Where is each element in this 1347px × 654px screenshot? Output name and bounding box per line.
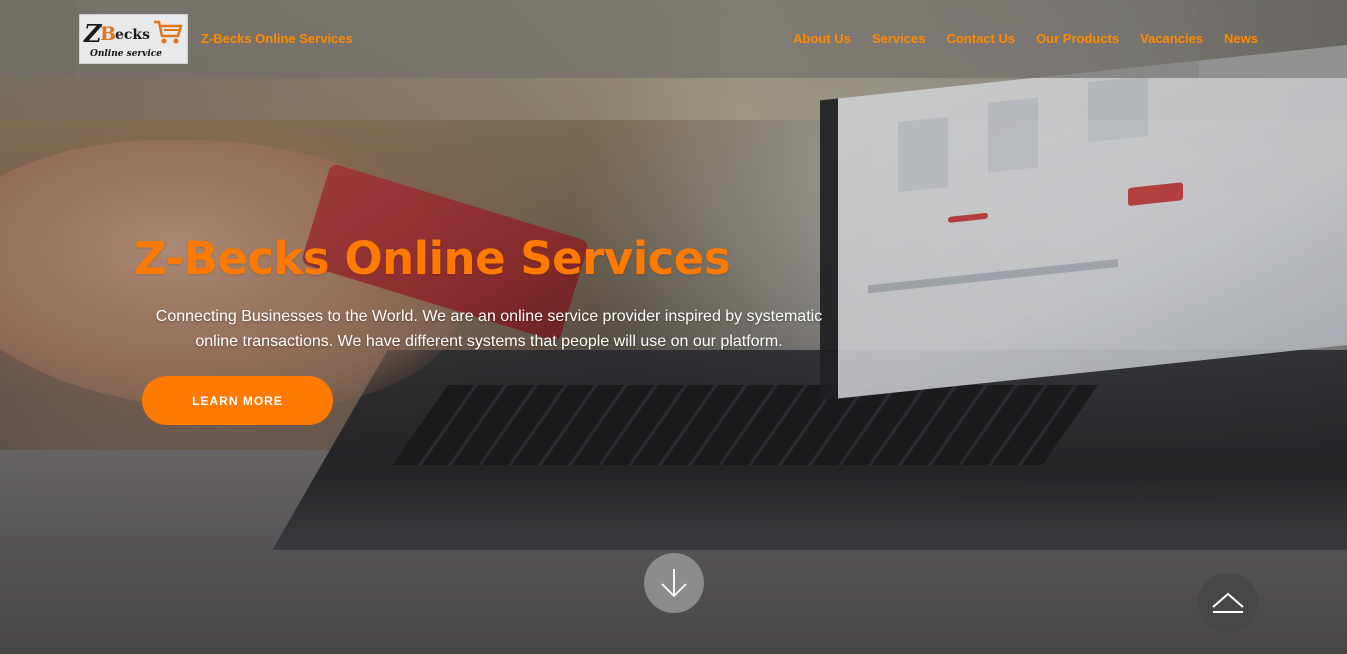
logo-mark-z: Z bbox=[84, 19, 101, 48]
nav-our-products[interactable]: Our Products bbox=[1036, 31, 1119, 46]
arrow-down-icon bbox=[661, 569, 687, 598]
scroll-down-button[interactable] bbox=[644, 553, 704, 613]
back-to-top-button[interactable] bbox=[1198, 573, 1258, 633]
shopping-cart-icon bbox=[154, 20, 183, 44]
hero-title: Z-Becks Online Services bbox=[134, 232, 731, 285]
nav-services[interactable]: Services bbox=[872, 31, 926, 46]
logo-mark-b: B bbox=[100, 23, 117, 45]
nav-vacancies[interactable]: Vacancies bbox=[1140, 31, 1203, 46]
brand-name-link[interactable]: Z-Becks Online Services bbox=[201, 31, 353, 46]
learn-more-button[interactable]: LEARN MORE bbox=[142, 376, 333, 425]
main-nav: About Us Services Contact Us Our Product… bbox=[793, 31, 1258, 46]
nav-news[interactable]: News bbox=[1224, 31, 1258, 46]
site-logo[interactable]: Z B ecks Online service bbox=[79, 14, 188, 64]
logo-subtitle: Online service bbox=[90, 49, 163, 59]
hero-section: Z B ecks Online service Z-Becks Online S… bbox=[0, 0, 1347, 654]
nav-contact-us[interactable]: Contact Us bbox=[946, 31, 1015, 46]
hero-description: Connecting Businesses to the World. We a… bbox=[155, 308, 823, 350]
logo-mark-ecks: ecks bbox=[115, 27, 151, 43]
chevron-up-icon bbox=[1212, 592, 1244, 613]
nav-about-us[interactable]: About Us bbox=[793, 31, 851, 46]
